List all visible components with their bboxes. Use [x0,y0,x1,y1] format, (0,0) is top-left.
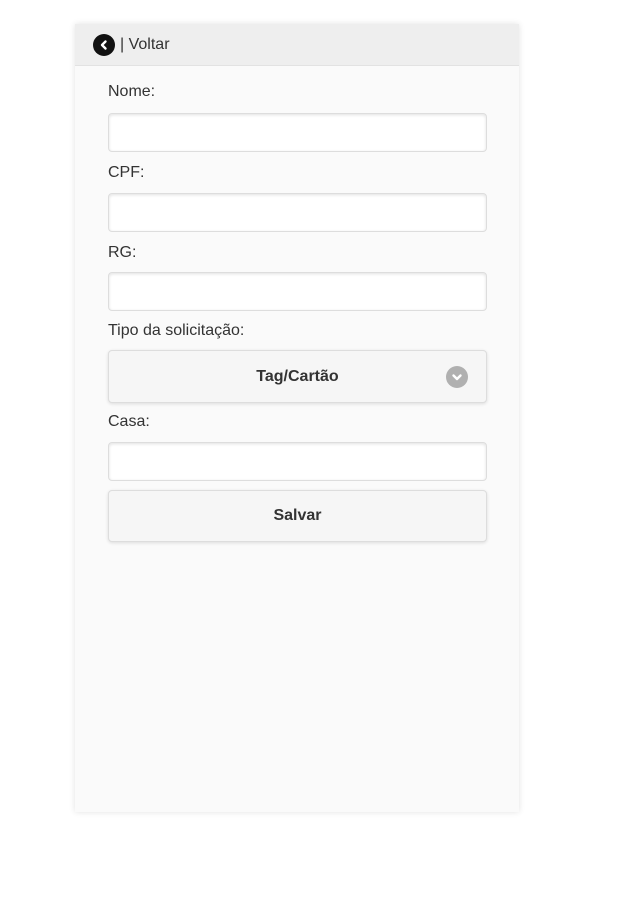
app-screen: | Voltar Nome: CPF: RG: Tipo da solicita… [75,24,519,812]
cpf-label: CPF: [108,164,145,181]
rg-input[interactable] [108,272,487,311]
back-label[interactable]: | Voltar [120,36,170,54]
nome-input[interactable] [108,113,487,152]
tipo-label: Tipo da solicitação: [108,322,245,339]
back-button[interactable]: | Voltar [75,24,519,66]
cpf-input[interactable] [108,193,487,232]
casa-label: Casa: [108,413,150,430]
request-form: Nome: CPF: RG: Tipo da solicitação: Tag/… [75,66,519,542]
save-button[interactable]: Salvar [108,490,487,542]
casa-input[interactable] [108,442,487,481]
rg-label: RG: [108,244,137,261]
tipo-select[interactable]: Tag/Cartão [108,350,487,403]
tipo-selected-value: Tag/Cartão [256,367,339,385]
chevron-left-circle-icon[interactable] [93,33,115,56]
chevron-down-circle-icon [446,366,468,388]
nome-label: Nome: [108,83,156,100]
